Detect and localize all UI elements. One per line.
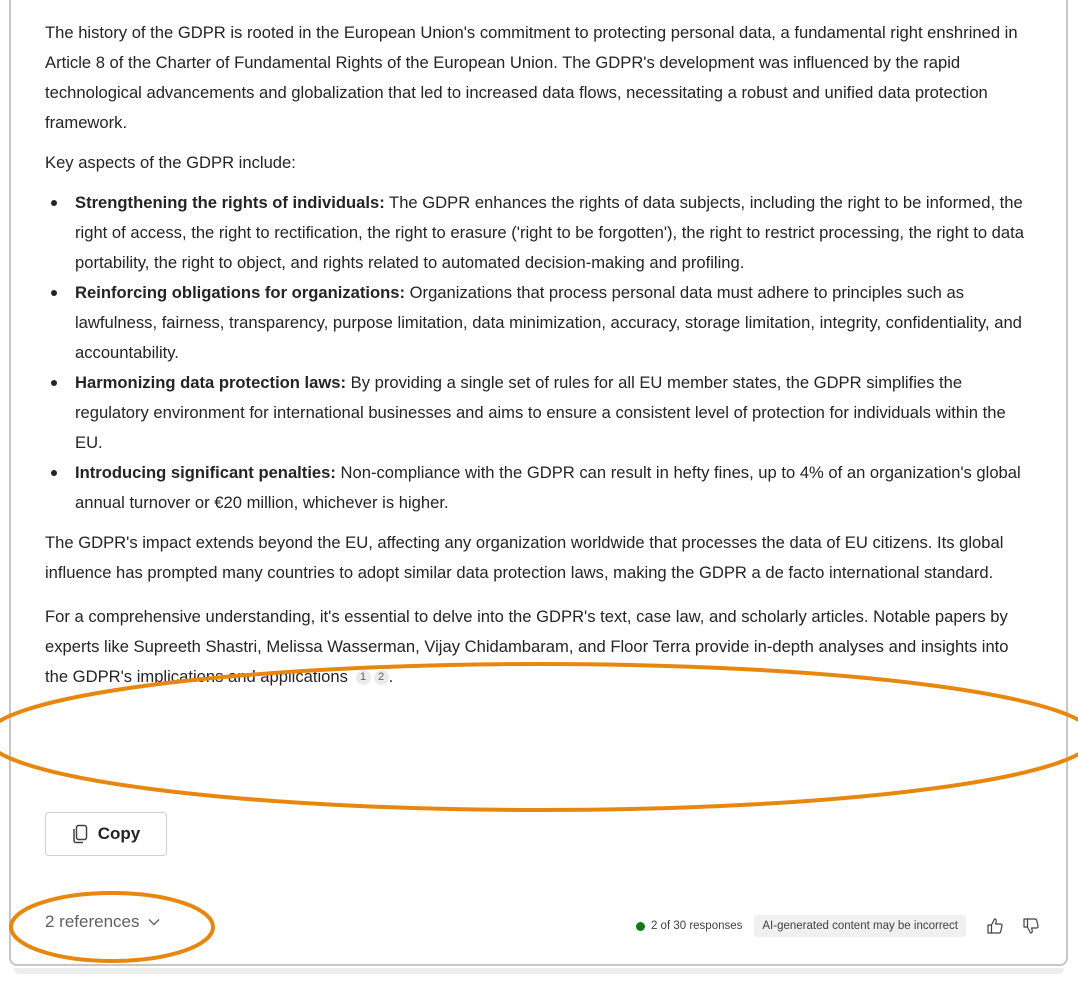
bullet-title: Reinforcing obligations for organization… xyxy=(75,283,406,302)
status-dot xyxy=(635,921,645,931)
disclaimer-badge: AI-generated content may be incorrect xyxy=(754,915,966,937)
list-item: Strengthening the rights of individuals:… xyxy=(51,188,1030,278)
list-item: Introducing significant penalties: Non-c… xyxy=(51,458,1030,518)
thumbs-up-icon[interactable] xyxy=(986,917,1004,935)
copy-button-label: Copy xyxy=(97,824,141,843)
references-label: 2 references xyxy=(45,912,140,931)
copy-button[interactable]: Copy xyxy=(45,812,167,856)
paragraph-further-reading-text: For a comprehensive understanding, it's … xyxy=(45,607,1009,686)
card-bottom-edge xyxy=(14,968,1064,974)
responses-count: 2 of 30 responses xyxy=(650,920,743,932)
citation-2[interactable]: 2 xyxy=(373,670,389,685)
paragraph-key-aspects: Key aspects of the GDPR include: xyxy=(45,153,296,172)
thumbs-down-icon[interactable] xyxy=(1022,917,1040,935)
paragraph-impact: The GDPR's impact extends beyond the EU,… xyxy=(45,533,1004,582)
bullet-title: Strengthening the rights of individuals: xyxy=(75,193,385,212)
paragraph-further-reading: For a comprehensive understanding, it's … xyxy=(45,602,1030,692)
response-content: The history of the GDPR is rooted in the… xyxy=(45,18,1030,692)
citation-1[interactable]: 1 xyxy=(355,670,371,685)
references-toggle[interactable]: 2 references xyxy=(45,912,160,932)
list-item: Harmonizing data protection laws: By pro… xyxy=(51,368,1030,458)
chevron-down-icon xyxy=(148,919,159,926)
footer-status: 2 of 30 responses AI-generated content m… xyxy=(635,915,1040,937)
copy-icon xyxy=(73,824,87,844)
bullet-title: Harmonizing data protection laws: xyxy=(75,373,347,392)
bullet-list: Strengthening the rights of individuals:… xyxy=(45,188,1030,518)
bullet-title: Introducing significant penalties: xyxy=(75,463,336,482)
period: . xyxy=(388,667,394,686)
list-item: Reinforcing obligations for organization… xyxy=(51,278,1030,368)
paragraph-history: The history of the GDPR is rooted in the… xyxy=(45,23,1018,132)
